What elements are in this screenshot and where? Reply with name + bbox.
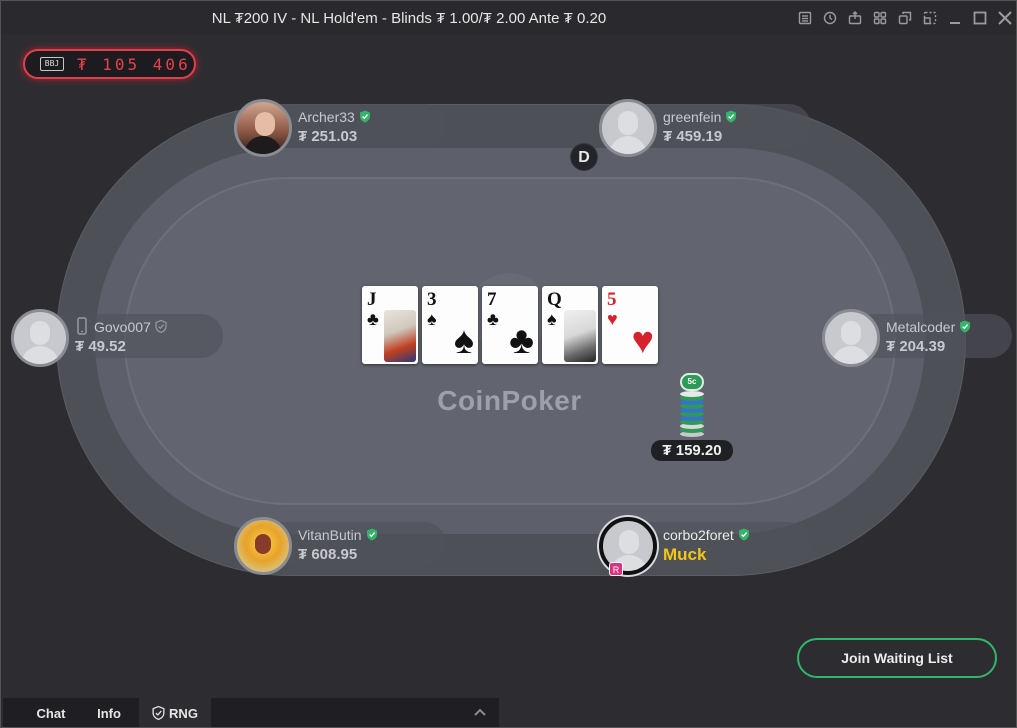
pot-amount: ₮ 159.20 bbox=[651, 440, 733, 461]
seat-govo007[interactable]: Govo007 ₮ 49.52 bbox=[11, 309, 223, 367]
avatar-body bbox=[21, 346, 59, 364]
card-rank: Q bbox=[547, 289, 562, 310]
player-name-row: greenfein bbox=[663, 109, 737, 125]
poker-table-window: NL ₮200 IV - NL Hold'em - Blinds ₮ 1.00/… bbox=[0, 0, 1017, 728]
close-icon[interactable] bbox=[997, 10, 1013, 26]
club-icon: ♣ bbox=[367, 309, 379, 329]
verified-shield-icon bbox=[738, 528, 749, 541]
player-stack: ₮ 251.03 bbox=[298, 128, 358, 145]
dealer-button: D bbox=[570, 143, 598, 171]
history-icon[interactable] bbox=[822, 10, 838, 26]
player-name: Metalcoder bbox=[886, 319, 956, 335]
club-icon: ♣ bbox=[509, 320, 534, 362]
tab-chat[interactable]: Chat bbox=[21, 698, 81, 727]
tab-rng[interactable]: RNG bbox=[139, 698, 211, 727]
player-avatar bbox=[599, 99, 657, 157]
avatar-body bbox=[244, 136, 282, 154]
window-title: NL ₮200 IV - NL Hold'em - Blinds ₮ 1.00/… bbox=[211, 10, 607, 27]
avatar-body bbox=[832, 346, 870, 364]
player-name-row: VitanButin bbox=[298, 527, 378, 543]
tab-rng-label: RNG bbox=[169, 706, 198, 721]
notes-icon[interactable] bbox=[797, 10, 813, 26]
avatar-body bbox=[609, 136, 647, 154]
maximize-icon[interactable] bbox=[972, 10, 988, 26]
player-stack: ₮ 608.95 bbox=[298, 546, 358, 563]
seat-archer33[interactable]: Archer33 ₮ 251.03 bbox=[234, 99, 446, 157]
player-name: VitanButin bbox=[298, 527, 362, 543]
queen-face-art bbox=[564, 310, 596, 362]
mobile-device-icon bbox=[77, 317, 87, 335]
card-rank: 3 bbox=[427, 289, 437, 310]
tile-windows-icon[interactable] bbox=[897, 10, 913, 26]
jackpot-amount: ₮ 105 406 bbox=[77, 55, 191, 74]
shield-icon bbox=[152, 705, 165, 721]
player-stack: ₮ 204.39 bbox=[886, 338, 946, 355]
title-bar: NL ₮200 IV - NL Hold'em - Blinds ₮ 1.00/… bbox=[1, 1, 1016, 35]
player-name-row: Archer33 bbox=[298, 109, 371, 125]
card-rank: 7 bbox=[487, 289, 497, 310]
chevron-up-icon[interactable] bbox=[471, 704, 489, 722]
player-stack: ₮ 459.19 bbox=[663, 128, 723, 145]
spade-icon: ♠ bbox=[547, 309, 557, 329]
join-waiting-list-button[interactable]: Join Waiting List bbox=[797, 638, 997, 678]
verified-shield-icon bbox=[960, 320, 971, 333]
rakeback-badge: R bbox=[609, 562, 623, 576]
board-card: 3 ♠ ♠ bbox=[422, 286, 478, 364]
export-icon[interactable] bbox=[847, 10, 863, 26]
avatar-face bbox=[255, 112, 275, 136]
player-name-row: corbo2foret bbox=[663, 527, 750, 543]
player-name-row: Govo007 bbox=[94, 319, 167, 335]
card-rank: 5 bbox=[607, 289, 617, 310]
player-name: Govo007 bbox=[94, 319, 151, 335]
chip-denomination: 5c bbox=[680, 373, 704, 391]
club-icon: ♣ bbox=[487, 309, 499, 329]
seat-vitanbutin[interactable]: VitanButin ₮ 608.95 bbox=[234, 517, 446, 575]
board-card: 7 ♣ ♣ bbox=[482, 286, 538, 364]
grid-view-icon[interactable] bbox=[872, 10, 888, 26]
seat-greenfein[interactable]: greenfein ₮ 459.19 bbox=[599, 99, 811, 157]
bad-beat-jackpot[interactable]: BBJ ₮ 105 406 bbox=[23, 49, 196, 79]
verified-shield-icon bbox=[366, 528, 377, 541]
player-avatar bbox=[599, 517, 657, 575]
minimize-icon[interactable] bbox=[947, 10, 963, 26]
jack-face-art bbox=[384, 310, 416, 362]
seat-hero[interactable]: R corbo2foret Muck bbox=[599, 517, 811, 576]
verified-shield-icon bbox=[726, 110, 737, 123]
player-avatar bbox=[822, 309, 880, 367]
avatar-head bbox=[619, 530, 639, 554]
board-card: Q ♠ bbox=[542, 286, 598, 364]
player-name: Archer33 bbox=[298, 109, 355, 125]
chip bbox=[680, 391, 704, 397]
jackpot-badge: BBJ bbox=[40, 57, 64, 71]
avatar-face bbox=[255, 534, 271, 554]
tab-info[interactable]: Info bbox=[81, 698, 137, 727]
avatar-head bbox=[841, 321, 861, 345]
heart-icon: ♥ bbox=[607, 309, 618, 329]
card-rank: J bbox=[367, 289, 377, 310]
player-avatar bbox=[234, 517, 292, 575]
shield-outline-icon bbox=[155, 320, 167, 333]
player-action: Muck bbox=[663, 545, 707, 564]
avatar-head bbox=[618, 111, 638, 135]
player-name: corbo2foret bbox=[663, 527, 734, 543]
seat-metalcoder[interactable]: Metalcoder ₮ 204.39 bbox=[822, 309, 1016, 367]
brand-logo: CoinPoker bbox=[437, 385, 582, 416]
spade-icon: ♠ bbox=[427, 309, 437, 329]
chip-stack: 5c bbox=[680, 373, 704, 437]
bottom-bar: Chat Info RNG bbox=[3, 698, 499, 727]
spade-icon: ♠ bbox=[453, 320, 474, 362]
board-card: 5 ♥ ♥ bbox=[602, 286, 658, 364]
heart-icon: ♥ bbox=[631, 320, 654, 362]
board-card: J ♣ bbox=[362, 286, 418, 364]
resize-icon[interactable] bbox=[922, 10, 938, 26]
player-stack: ₮ 49.52 bbox=[75, 338, 126, 355]
verified-shield-icon bbox=[359, 110, 370, 123]
player-name: greenfein bbox=[663, 109, 722, 125]
avatar-head bbox=[30, 321, 50, 345]
player-avatar bbox=[234, 99, 292, 157]
player-avatar bbox=[11, 309, 69, 367]
player-name-row: Metalcoder bbox=[886, 319, 971, 335]
